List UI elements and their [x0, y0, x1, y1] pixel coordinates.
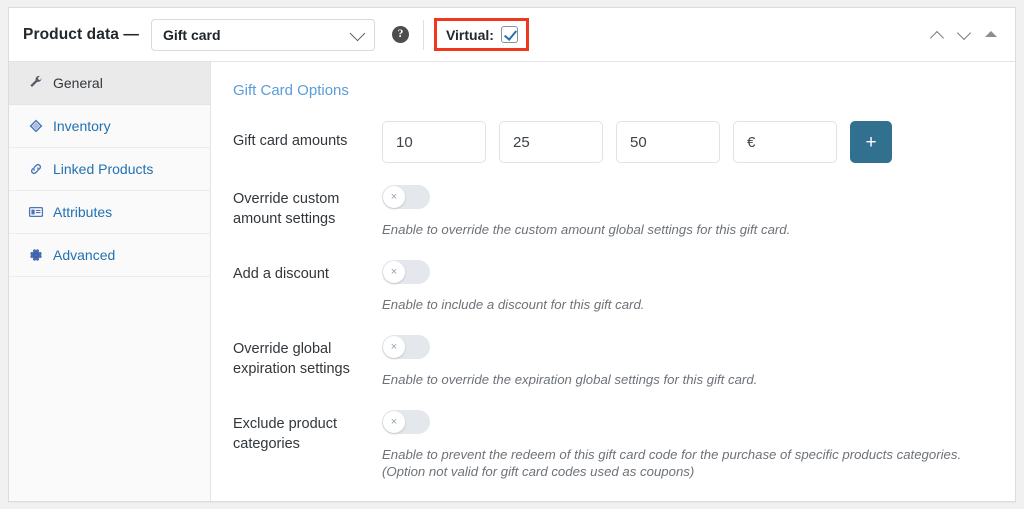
toggle-knob: × [383, 261, 405, 283]
field-override-global-expiration: Override global expiration settings × En… [222, 335, 995, 388]
virtual-label: Virtual: [445, 26, 494, 43]
add-a-discount-toggle[interactable]: × [382, 260, 430, 284]
gear-icon [30, 249, 42, 261]
field-hint: Enable to include a discount for this gi… [382, 297, 645, 312]
exclude-product-categories-toggle[interactable]: × [382, 410, 430, 434]
help-circle-icon[interactable]: ? [391, 26, 409, 43]
sidebar-item-label: General [53, 75, 103, 91]
sidebar-item-label: Advanced [53, 247, 116, 263]
sidebar-item-advanced[interactable]: Advanced [9, 234, 210, 277]
gift-card-amount-input-2[interactable] [499, 121, 603, 163]
product-type-value: Gift card [162, 26, 221, 43]
virtual-highlight-box: Virtual: [433, 18, 529, 51]
field-add-a-discount: Add a discount × Enable to include a dis… [222, 260, 995, 313]
page-title: Product data — [23, 25, 139, 43]
product-data-panel: Product data — Gift card ? Virtual: Gene… [8, 7, 1016, 502]
field-gift-card-amounts: Gift card amounts + [222, 121, 995, 163]
field-label: Add a discount [233, 266, 329, 282]
toggle-knob: × [383, 336, 405, 358]
header-divider [422, 19, 424, 50]
gift-card-amount-input-1[interactable] [382, 121, 486, 163]
field-label: Override global expiration settings [233, 341, 350, 377]
product-type-select[interactable]: Gift card [150, 18, 375, 51]
field-label: Exclude product categories [233, 416, 337, 452]
field-exclude-product-categories: Exclude product categories × Enable to p… [222, 410, 995, 480]
toggle-knob: × [383, 411, 405, 433]
field-hint: Enable to override the expiration global… [382, 372, 758, 387]
general-tab-panel: Gift Card Options Gift card amounts + Ov… [211, 62, 1015, 501]
sidebar-item-label: Attributes [53, 204, 113, 220]
override-custom-amount-toggle[interactable]: × [382, 185, 430, 209]
field-hint: Enable to override the custom amount glo… [382, 222, 791, 237]
list-view-icon [28, 206, 44, 218]
header-actions [931, 28, 1001, 41]
sidebar-item-label: Linked Products [53, 161, 154, 177]
sidebar-item-label: Inventory [53, 118, 111, 134]
link-icon [31, 164, 41, 174]
toggle-knob: × [383, 186, 405, 208]
field-hint-line-1: Enable to prevent the redeem of this gif… [382, 447, 962, 462]
chevron-up-icon[interactable] [931, 28, 944, 41]
field-label: Override custom amount settings [233, 191, 340, 227]
sidebar-item-inventory[interactable]: Inventory [9, 105, 210, 148]
panel-header: Product data — Gift card ? Virtual: [9, 8, 1015, 62]
field-label: Gift card amounts [233, 133, 348, 149]
tag-icon [29, 119, 43, 133]
gift-card-currency-input[interactable] [733, 121, 837, 163]
add-amount-button[interactable]: + [850, 121, 892, 163]
product-type-select-wrapper: Gift card [150, 18, 375, 51]
field-hint-line-2: (Option not valid for gift card codes us… [382, 464, 695, 479]
virtual-checkbox[interactable] [500, 26, 518, 43]
triangle-up-icon[interactable] [985, 31, 997, 37]
chevron-down-icon[interactable] [958, 28, 971, 41]
field-override-custom-amount: Override custom amount settings × Enable… [222, 185, 995, 238]
sidebar-item-general[interactable]: General [9, 62, 210, 105]
wrench-icon [30, 75, 42, 87]
panel-body: General Inventory Linked Products Attrib… [9, 62, 1015, 501]
product-data-tabs: General Inventory Linked Products Attrib… [9, 62, 211, 501]
sidebar-item-linked-products[interactable]: Linked Products [9, 148, 210, 191]
amount-inputs-group: + [382, 121, 995, 163]
override-global-expiration-toggle[interactable]: × [382, 335, 430, 359]
gift-card-amount-input-3[interactable] [616, 121, 720, 163]
field-hint: Enable to prevent the redeem of this gif… [382, 446, 995, 480]
sidebar-item-attributes[interactable]: Attributes [9, 191, 210, 234]
section-title: Gift Card Options [233, 82, 349, 99]
